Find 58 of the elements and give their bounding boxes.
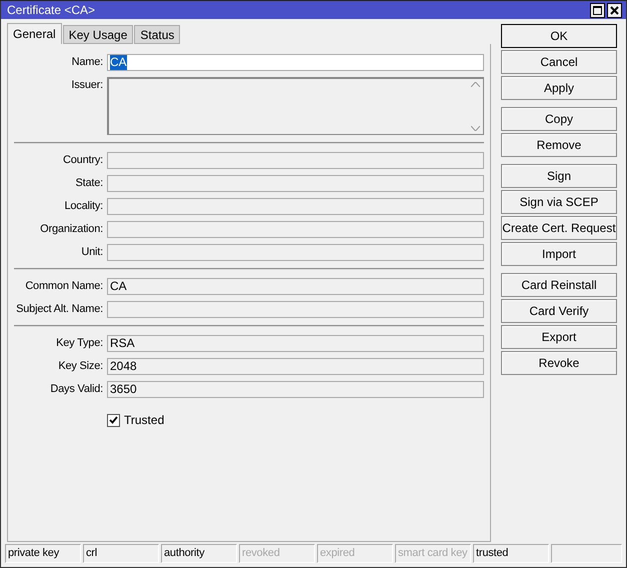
status-cell: trusted — [473, 544, 549, 563]
scroll-up-icon[interactable] — [470, 82, 480, 87]
field-label: Name: — [70, 55, 103, 70]
field-label: Key Size: — [57, 359, 103, 374]
check-icon — [109, 416, 118, 424]
checkbox[interactable] — [107, 414, 120, 426]
input-field[interactable]: CA — [107, 54, 484, 71]
action-button[interactable]: Remove — [501, 133, 617, 157]
window-title: Certificate <CA> — [7, 3, 96, 17]
action-button[interactable]: Revoke — [501, 351, 617, 375]
field-label: Locality: — [63, 199, 103, 214]
input-field[interactable] — [107, 244, 484, 261]
field-label: Days Valid: — [49, 382, 103, 397]
input-field[interactable]: 3650 — [107, 381, 484, 398]
status-cell: smart card key — [395, 544, 471, 563]
status-cell: revoked — [239, 544, 315, 563]
tab[interactable]: Status — [134, 25, 180, 44]
input-field[interactable] — [107, 301, 484, 318]
field-label: State: — [74, 176, 103, 191]
input-field[interactable] — [107, 198, 484, 215]
input-field[interactable]: CA — [107, 278, 484, 295]
action-button[interactable]: OK — [501, 24, 617, 48]
close-button[interactable] — [607, 2, 622, 18]
input-field[interactable] — [107, 175, 484, 192]
action-button[interactable]: Apply — [501, 76, 617, 100]
status-cell: crl — [83, 544, 159, 563]
tab[interactable]: Key Usage — [62, 25, 134, 44]
action-button[interactable]: Create Cert. Request — [501, 216, 617, 240]
field-label: Issuer: — [70, 78, 103, 93]
field-label: Key Type: — [55, 336, 103, 351]
status-cell: private key — [5, 544, 81, 563]
field-label: Subject Alt. Name: — [15, 302, 103, 317]
action-button[interactable]: Card Reinstall — [501, 273, 617, 297]
status-cell — [551, 544, 622, 563]
field-label: Country: — [62, 153, 103, 168]
action-button[interactable]: Copy — [501, 107, 617, 131]
action-button[interactable]: Import — [501, 242, 617, 266]
input-field[interactable]: 2048 — [107, 358, 484, 375]
field-label: Organization: — [39, 222, 103, 237]
action-button[interactable]: Sign via SCEP — [501, 190, 617, 214]
checkbox-label: Trusted — [124, 413, 164, 427]
text-area[interactable] — [107, 77, 484, 135]
scroll-down-icon[interactable] — [470, 126, 480, 131]
maximize-button[interactable] — [590, 2, 605, 18]
field-label: Common Name: — [24, 279, 103, 294]
tab[interactable]: General — [7, 23, 62, 44]
status-cell: expired — [317, 544, 393, 563]
action-button[interactable]: Card Verify — [501, 299, 617, 323]
action-button[interactable]: Sign — [501, 164, 617, 188]
input-field[interactable] — [107, 152, 484, 169]
action-button[interactable]: Cancel — [501, 50, 617, 74]
maximize-icon — [593, 6, 602, 14]
close-icon — [610, 6, 619, 14]
input-field[interactable]: RSA — [107, 335, 484, 352]
field-label: Unit: — [80, 245, 103, 260]
input-field[interactable] — [107, 221, 484, 238]
status-cell: authority — [161, 544, 237, 563]
action-button[interactable]: Export — [501, 325, 617, 349]
